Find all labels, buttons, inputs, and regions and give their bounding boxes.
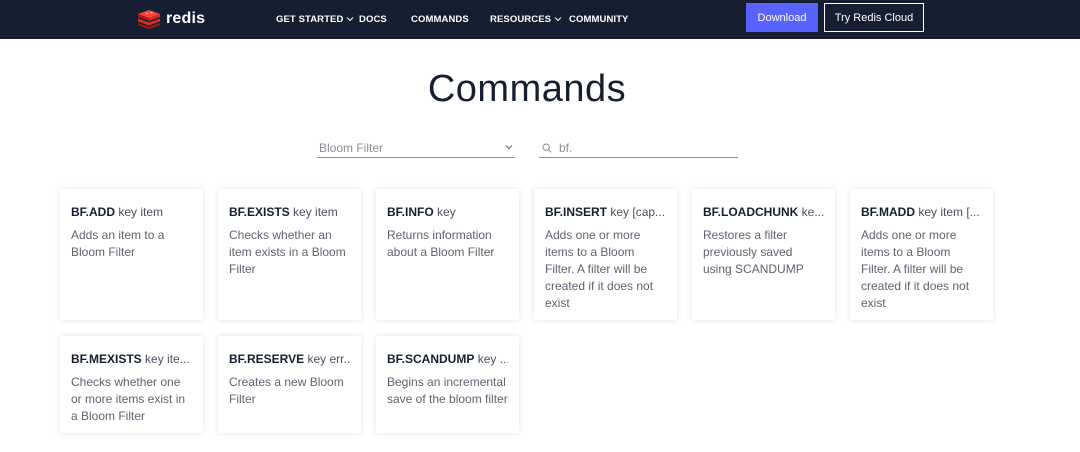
command-args: key item — [118, 205, 164, 219]
download-button[interactable]: Download — [746, 3, 818, 32]
command-card-bf-info[interactable]: BF.INFO key Returns information about a … — [376, 189, 519, 320]
try-redis-cloud-button[interactable]: Try Redis Cloud — [824, 3, 924, 32]
command-name: BF.MEXISTS — [71, 352, 142, 366]
command-name: BF.SCANDUMP — [387, 352, 475, 366]
chevron-down-icon — [347, 17, 354, 22]
command-description: Adds one or more items to a Bloom Filter… — [545, 228, 654, 310]
command-name: BF.INFO — [387, 205, 434, 219]
top-navbar: redis GET STARTED DOCS COMMANDS RESOURCE… — [0, 0, 1080, 39]
command-card-bf-scandump[interactable]: BF.SCANDUMP key ... Begins an incrementa… — [376, 336, 519, 433]
card-header: BF.MADD key item [... — [861, 205, 982, 219]
command-description: Restores a filter previously saved using… — [703, 228, 804, 276]
command-name: BF.EXISTS — [229, 205, 290, 219]
command-card-bf-insert[interactable]: BF.INSERT key [cap... Adds one or more i… — [534, 189, 677, 320]
nav-resources[interactable]: RESOURCES — [490, 12, 562, 26]
search-field — [539, 138, 738, 158]
nav-get-started-label: GET STARTED — [276, 13, 344, 25]
command-description: Returns information about a Bloom Filter — [387, 228, 495, 259]
command-args: key [cap... — [610, 205, 666, 219]
command-args: key — [437, 205, 456, 219]
command-name: BF.LOADCHUNK — [703, 205, 799, 219]
card-header: BF.SCANDUMP key ... — [387, 352, 508, 366]
card-header: BF.LOADCHUNK ke... — [703, 205, 824, 219]
chevron-down-icon — [554, 17, 562, 22]
search-input[interactable] — [559, 140, 734, 156]
logo-text: redis — [166, 10, 206, 27]
command-description: Checks whether one or more items exist i… — [71, 375, 186, 423]
card-header: BF.EXISTS key item — [229, 205, 350, 219]
nav-community-label: COMMUNITY — [569, 13, 629, 25]
card-header: BF.MEXISTS key ite... — [71, 352, 192, 366]
command-name: BF.RESERVE — [229, 352, 305, 366]
command-name: BF.ADD — [71, 205, 115, 219]
command-card-bf-mexists[interactable]: BF.MEXISTS key ite... Checks whether one… — [60, 336, 203, 433]
card-header: BF.INSERT key [cap... — [545, 205, 666, 219]
nav-community[interactable]: COMMUNITY — [569, 12, 628, 26]
command-description: Creates a new Bloom Filter — [229, 375, 344, 406]
card-header: BF.RESERVE key err... — [229, 352, 350, 366]
command-args: key err... — [307, 352, 350, 366]
chevron-down-icon — [505, 145, 513, 150]
nav-commands[interactable]: COMMANDS — [411, 12, 469, 26]
search-icon — [542, 143, 552, 153]
nav-get-started[interactable]: GET STARTED — [276, 12, 354, 26]
page-title: Commands — [427, 68, 627, 110]
card-header: BF.ADD key item — [71, 205, 192, 219]
command-description: Adds an item to a Bloom Filter — [71, 228, 165, 259]
command-args: ke... — [801, 205, 824, 219]
command-card-bf-loadchunk[interactable]: BF.LOADCHUNK ke... Restores a filter pre… — [692, 189, 835, 320]
command-card-bf-madd[interactable]: BF.MADD key item [... Adds one or more i… — [850, 189, 993, 320]
command-card-bf-reserve[interactable]: BF.RESERVE key err... Creates a new Bloo… — [218, 336, 361, 433]
command-name: BF.MADD — [861, 205, 915, 219]
nav-docs-label: DOCS — [359, 13, 387, 25]
command-name: BF.INSERT — [545, 205, 608, 219]
command-args: key ite... — [145, 352, 190, 366]
redis-logo[interactable]: redis — [137, 7, 205, 31]
command-args: key item — [293, 205, 338, 219]
command-card-bf-add[interactable]: BF.ADD key item Adds an item to a Bloom … — [60, 189, 203, 320]
nav-docs[interactable]: DOCS — [359, 12, 387, 26]
command-description: Checks whether an item exists in a Bloom… — [229, 228, 346, 276]
nav-commands-label: COMMANDS — [411, 13, 469, 25]
group-filter-value: Bloom Filter — [319, 141, 384, 155]
group-filter-select[interactable]: Bloom Filter — [317, 138, 515, 158]
command-args: key item [... — [918, 205, 980, 219]
command-args: key ... — [477, 352, 508, 366]
nav-resources-label: RESOURCES — [490, 13, 552, 25]
redis-cube-icon — [138, 10, 160, 29]
command-card-bf-exists[interactable]: BF.EXISTS key item Checks whether an ite… — [218, 189, 361, 320]
card-header: BF.INFO key — [387, 205, 508, 219]
command-description: Adds one or more items to a Bloom Filter… — [861, 228, 970, 310]
command-description: Begins an incremental save of the bloom … — [387, 375, 508, 406]
